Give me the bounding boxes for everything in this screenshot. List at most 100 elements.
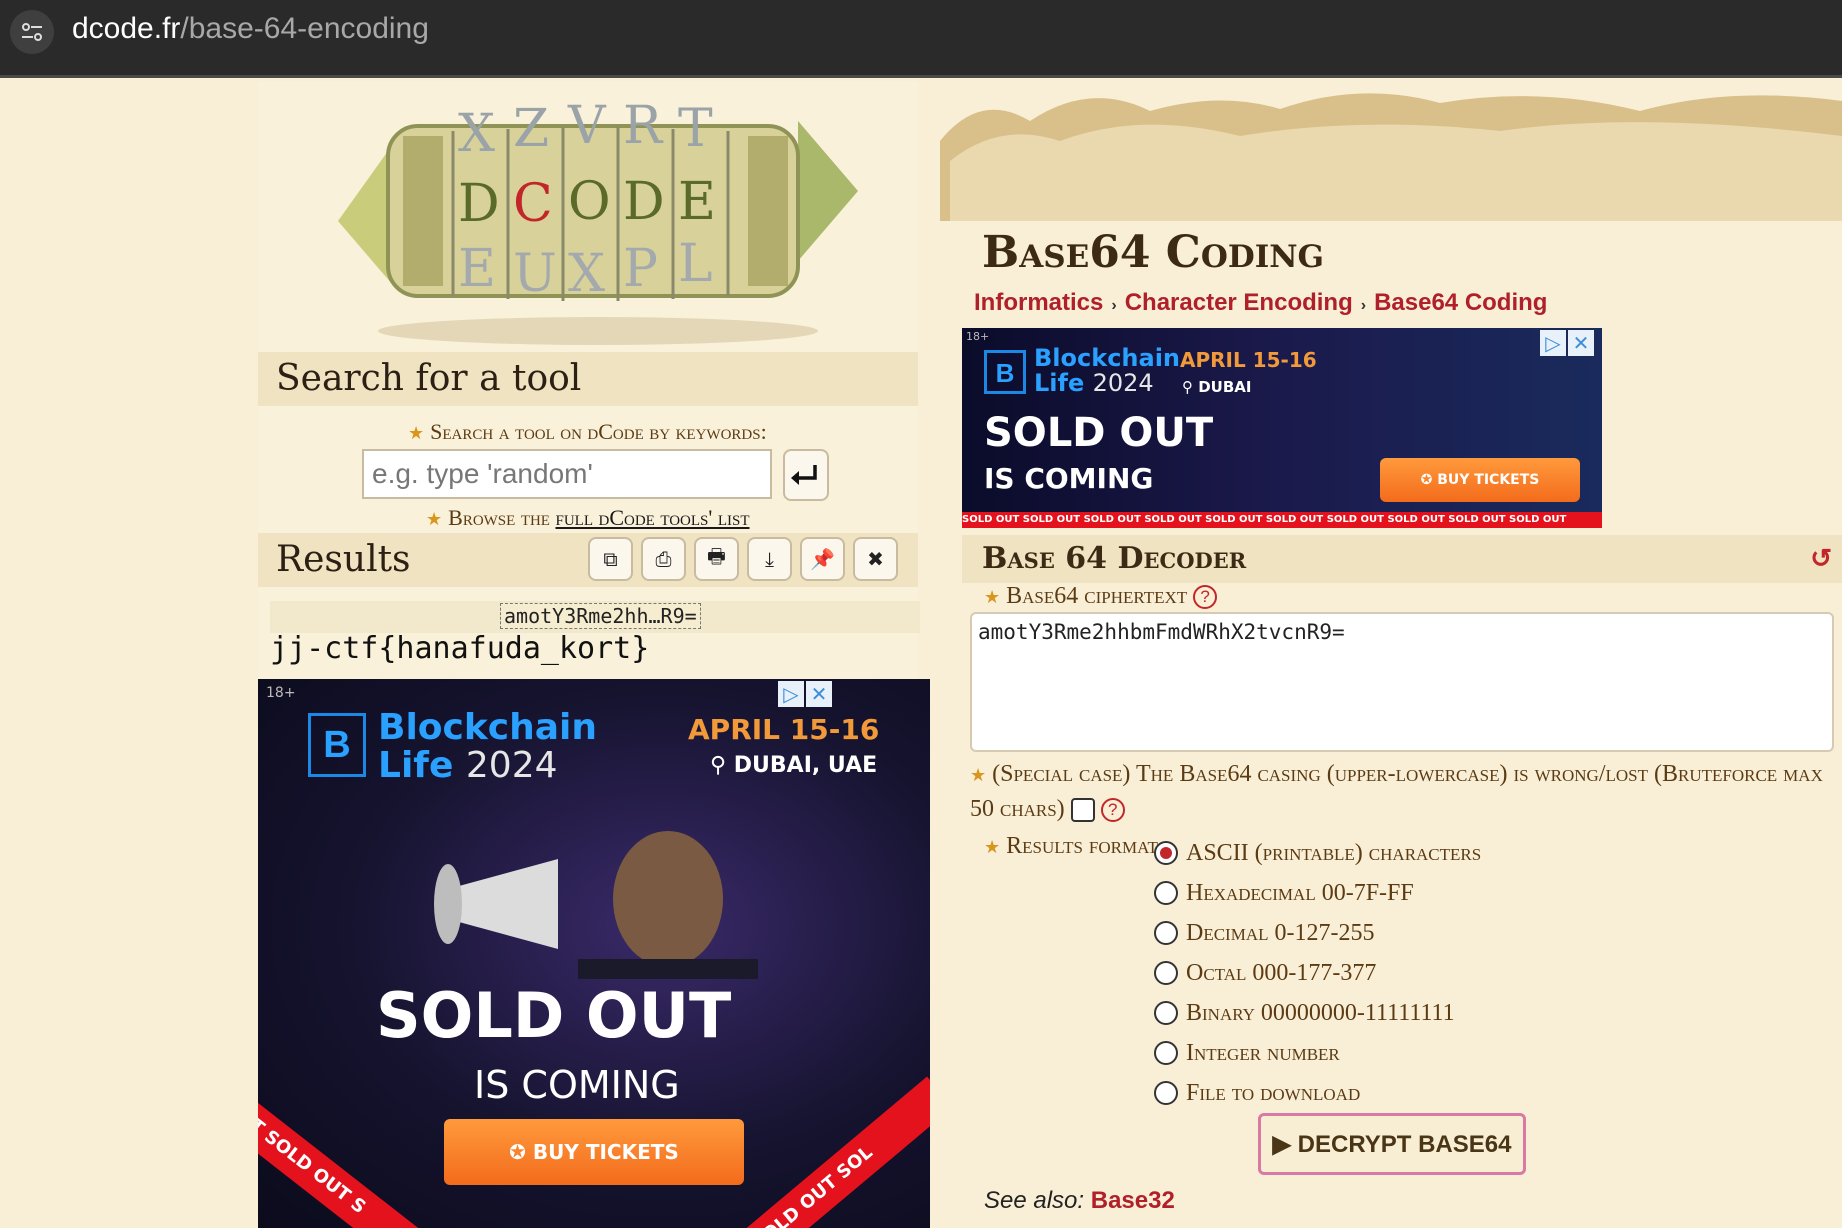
ad-top-age-label: 18+ [966, 330, 990, 343]
adchoices-icon[interactable]: ▷ [1540, 330, 1566, 356]
tool-search-input[interactable] [362, 449, 772, 499]
download-results-button[interactable]: ⤓ [747, 537, 792, 581]
result-input-summary[interactable]: amotY3Rme2hh…R9= [500, 603, 701, 629]
radio-button[interactable] [1154, 841, 1178, 865]
format-option-hexadecimal[interactable]: Hexadecimal 00-7F-FF [1154, 873, 1481, 913]
breadcrumb: Informatics › Character Encoding › Base64 Co… [974, 289, 1547, 317]
svg-text:T: T [678, 99, 713, 159]
megaphone-man-image [434, 831, 758, 979]
results-format-label: ★ Results format [984, 833, 1158, 859]
left-sidebar: X Z V R T D C O D E E U X P L Search for… [258, 81, 930, 1228]
ad-subline: IS COMING [474, 1063, 680, 1107]
svg-text:Z: Z [513, 99, 549, 159]
breadcrumb-base64-coding[interactable]: Base64 Coding [1374, 289, 1547, 316]
browser-address-bar: dcode.fr/base-64-encoding [0, 0, 1842, 78]
radio-button[interactable] [1154, 921, 1178, 945]
pin-results-button[interactable]: 📌 [800, 537, 845, 581]
svg-text:L: L [678, 234, 713, 294]
ad-top-date: APRIL 15-16 [1180, 348, 1317, 372]
dcode-cryptex-logo[interactable]: X Z V R T D C O D E E U X P L [328, 81, 868, 351]
ad-top-buy-tickets-button[interactable]: ✪ BUY TICKETS [1380, 458, 1580, 502]
cipher-label: ★ Base64 ciphertext ? [984, 583, 1218, 610]
ad-top-headline: SOLD OUT [984, 410, 1214, 456]
clear-results-button[interactable]: ✖ [853, 537, 898, 581]
radio-button[interactable] [1154, 961, 1178, 985]
screenshot-results-button[interactable]: ⎙ [641, 537, 686, 581]
copy-results-button[interactable]: ⧉ [588, 537, 633, 581]
svg-text:R: R [623, 96, 664, 156]
format-option-decimal[interactable]: Decimal 0-127-255 [1154, 913, 1481, 953]
radio-button[interactable] [1154, 1081, 1178, 1105]
parchment-header-image [940, 93, 1842, 231]
page-title: Base64 Coding [982, 227, 1325, 278]
svg-text:O: O [568, 172, 611, 232]
site-info-icon[interactable] [10, 10, 54, 54]
search-submit-button[interactable] [783, 449, 829, 501]
svg-text:D: D [458, 174, 500, 234]
decrypt-base64-button[interactable]: ▶ DECRYPT BASE64 [1258, 1113, 1526, 1175]
ciphertext-input[interactable]: amotY3Rme2hhbmFmdWRhX2tvcnR9= [970, 612, 1834, 752]
breadcrumb-separator-icon: › [1360, 297, 1367, 314]
help-icon[interactable]: ? [1193, 585, 1218, 610]
ad-buy-tickets-button[interactable]: ✪ BUY TICKETS [444, 1119, 744, 1185]
format-option-ascii[interactable]: ASCII (printable) characters [1154, 833, 1481, 873]
close-ad-icon[interactable]: ✕ [806, 681, 832, 707]
browse-tools-link[interactable]: full dCode tools' list [555, 505, 749, 530]
see-also: See also: Base32 [984, 1187, 1175, 1214]
format-option-integer[interactable]: Integer number [1154, 1033, 1481, 1073]
adchoices-icon[interactable]: ▷ [778, 681, 804, 707]
ad-brand: Blockchain Life 2024 [378, 707, 598, 786]
star-icon: ★ [426, 509, 443, 529]
star-icon: ★ [408, 423, 425, 443]
ad-location: ⚲ DUBAI, UAE [710, 753, 878, 778]
close-ad-icon[interactable]: ✕ [1568, 330, 1594, 356]
decoder-title: Base 64 Decoder [982, 541, 1247, 576]
star-icon: ★ [984, 587, 1001, 607]
radio-button[interactable] [1154, 1041, 1178, 1065]
ad-top-brand: Blockchain Life 2024 [1034, 344, 1181, 398]
format-option-file[interactable]: File to download [1154, 1073, 1481, 1113]
search-hint-text: Search a tool on dCode by keywords: [430, 419, 767, 444]
print-results-button[interactable]: 🖶 [694, 537, 739, 581]
decoder-header: Base 64 Decoder ↺ [962, 535, 1842, 583]
ad-headline: SOLD OUT [376, 979, 732, 1052]
search-hint: ★ Search a tool on dCode by keywords: [408, 419, 767, 445]
radio-button[interactable] [1154, 881, 1178, 905]
ad-top-location: ⚲ DUBAI [1182, 378, 1252, 396]
url-path: /base-64-encoding [180, 12, 429, 45]
results-format-options: ASCII (printable) characters Hexadecimal… [1154, 833, 1481, 1113]
ad-strip-right: SOLD OUT SOL [743, 1076, 930, 1228]
reset-icon[interactable]: ↺ [1810, 543, 1832, 574]
url-domain: dcode.fr [72, 12, 181, 45]
help-icon[interactable]: ? [1100, 798, 1125, 823]
bruteforce-case-checkbox[interactable] [1070, 798, 1095, 823]
search-section-header: Search for a tool [258, 352, 918, 406]
advertisement-top[interactable]: 18+ ▷ ✕ B Blockchain Life 2024 APRIL 15-1… [962, 328, 1602, 528]
enter-arrow-icon [791, 465, 817, 485]
svg-text:X: X [458, 104, 495, 164]
see-also-base32-link[interactable]: Base32 [1091, 1187, 1175, 1214]
svg-text:U: U [513, 244, 557, 304]
radio-button[interactable] [1154, 1001, 1178, 1025]
breadcrumb-character-encoding[interactable]: Character Encoding [1125, 289, 1353, 316]
format-option-octal[interactable]: Octal 000-177-377 [1154, 953, 1481, 993]
special-case-option: ★ (Special case) The Base64 casing (upper… [970, 761, 1823, 823]
star-icon: ★ [970, 765, 987, 785]
url-text[interactable]: dcode.fr/base-64-encoding [72, 12, 429, 46]
format-option-binary[interactable]: Binary 00000000-11111111 [1154, 993, 1481, 1033]
blockchain-logo-icon: B [308, 713, 366, 777]
result-decoded-text: jj-ctf{hanafuda_kort} [270, 631, 650, 666]
results-toolbar: ⧉ ⎙ 🖶 ⤓ 📌 ✖ [588, 537, 898, 583]
svg-text:X: X [568, 244, 605, 304]
svg-text:V: V [567, 96, 607, 156]
star-icon: ★ [984, 837, 1001, 857]
svg-text:E: E [678, 172, 716, 232]
svg-text:E: E [458, 239, 496, 299]
svg-text:D: D [623, 172, 665, 232]
breadcrumb-informatics[interactable]: Informatics [974, 289, 1103, 316]
ad-top-subline: IS COMING [984, 462, 1154, 495]
browse-prefix: Browse the [448, 505, 556, 530]
ad-date: APRIL 15-16 [688, 713, 880, 746]
advertisement-left[interactable]: 18+ ▷ ✕ B Blockchain Life 2024 APRIL 15-1… [258, 679, 930, 1228]
svg-text:C: C [513, 174, 553, 234]
